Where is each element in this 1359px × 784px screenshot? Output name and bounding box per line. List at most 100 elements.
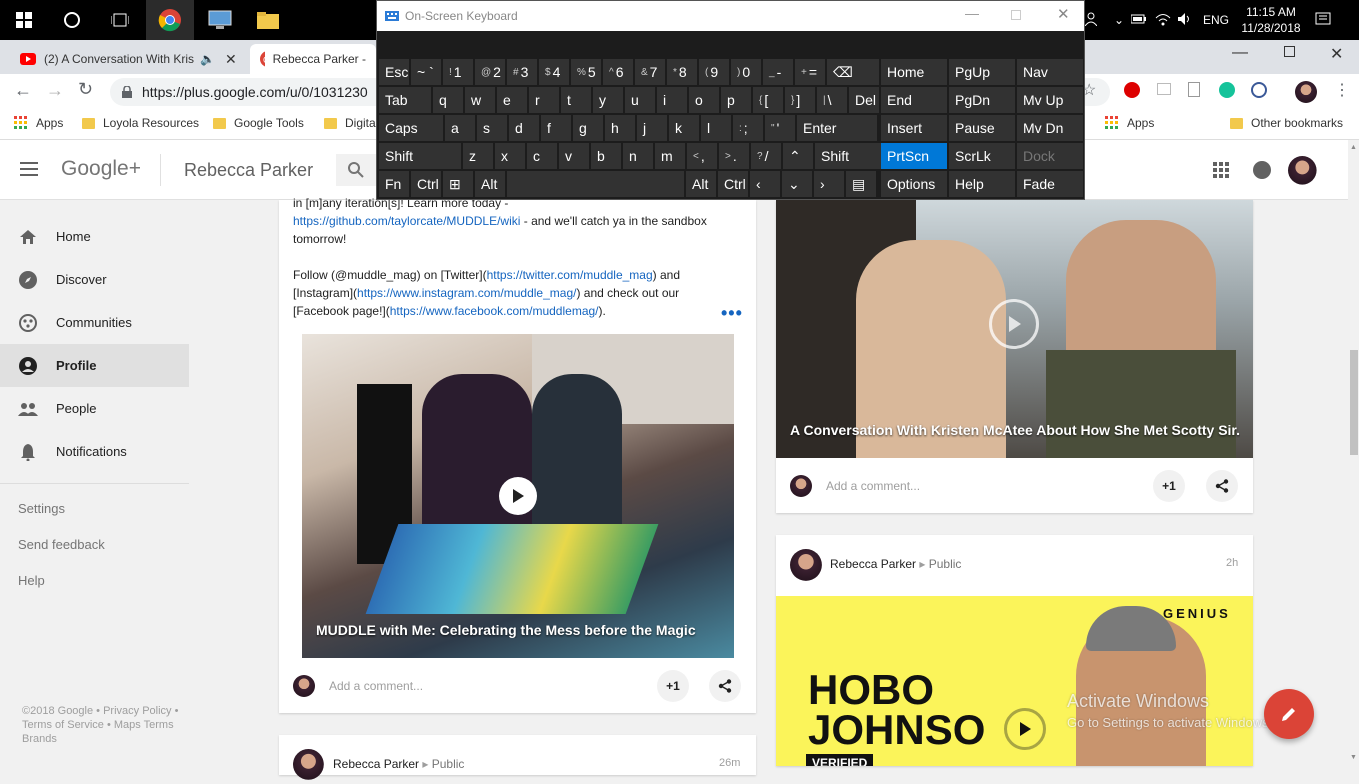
osk-nav-key[interactable]: Insert	[881, 115, 947, 141]
minimize-button[interactable]: —	[1232, 44, 1248, 62]
bookmark-apps[interactable]: Apps	[14, 116, 63, 130]
osk-key[interactable]: Caps	[379, 115, 443, 141]
back-arrow-icon[interactable]: ←	[14, 80, 32, 101]
author-name[interactable]: Rebecca Parker	[830, 557, 916, 571]
video-thumbnail[interactable]: A Conversation With Kristen McAtee About…	[776, 200, 1253, 458]
osk-key[interactable]: % 5	[571, 59, 601, 85]
send-feedback-link[interactable]: Send feedback	[18, 537, 105, 552]
chrome-taskbar-button[interactable]	[146, 0, 194, 40]
osk-key[interactable]: " '	[765, 115, 795, 141]
gplus-logo[interactable]: Google+	[61, 157, 141, 181]
osk-nav-key[interactable]: Fade	[1017, 171, 1083, 197]
tab-youtube[interactable]: (2) A Conversation With Krist 🔈 ✕	[10, 44, 248, 74]
close-window-button[interactable]: ✕	[1330, 44, 1343, 64]
osk-key[interactable]: @2	[475, 59, 505, 85]
osk-nav-key[interactable]: Mv Up	[1017, 87, 1083, 113]
osk-key[interactable]: ! 1	[443, 59, 473, 85]
osk-key[interactable]: z	[463, 143, 493, 169]
osk-key[interactable]: Enter	[797, 115, 877, 141]
osk-key[interactable]: j	[637, 115, 667, 141]
sidebar-item-people[interactable]: People	[0, 387, 189, 430]
author-avatar[interactable]	[790, 549, 822, 585]
privacy-policy-link[interactable]: Privacy Policy	[103, 705, 171, 717]
post-age[interactable]: 26m	[719, 757, 740, 769]
osk-key[interactable]: Tab	[379, 87, 431, 113]
osk-key[interactable]: p	[721, 87, 751, 113]
comment-input[interactable]: Add a comment...	[329, 679, 423, 693]
share-button[interactable]	[1206, 470, 1238, 502]
osk-key[interactable]: Shift	[379, 143, 461, 169]
osk-key[interactable]: ? /	[751, 143, 781, 169]
osk-key[interactable]: ⊞	[443, 171, 473, 197]
osk-nav-key[interactable]: PgDn	[949, 87, 1015, 113]
osk-key[interactable]: b	[591, 143, 621, 169]
video-thumbnail[interactable]: MUDDLE with Me: Celebrating the Mess bef…	[302, 334, 734, 658]
cortana-button[interactable]	[48, 0, 96, 40]
osk-nav-key[interactable]: PrtScn	[881, 143, 947, 169]
bookmark-folder[interactable]: Digita	[324, 116, 376, 130]
more-options-icon[interactable]: •••	[721, 303, 743, 324]
osk-key[interactable]: n	[623, 143, 653, 169]
compose-button[interactable]	[1264, 689, 1314, 739]
bookmark-folder[interactable]: Google Tools	[213, 116, 304, 130]
play-button-icon[interactable]	[499, 477, 537, 515]
osk-key[interactable]: Shift	[815, 143, 889, 169]
osk-key[interactable]: s	[477, 115, 507, 141]
hamburger-menu-icon[interactable]	[20, 162, 38, 179]
page-scrollbar[interactable]: ▲ ▼	[1348, 140, 1359, 766]
osk-key[interactable]: ‹	[750, 171, 780, 197]
grammarly-icon[interactable]	[1219, 82, 1235, 98]
osk-key[interactable]: d	[509, 115, 539, 141]
osk-key[interactable]: * 8	[667, 59, 697, 85]
video-thumbnail[interactable]: GENIUS HOBO JOHNSO VERIFIED	[776, 596, 1253, 766]
osk-key[interactable]: y	[593, 87, 623, 113]
osk-key[interactable]: ^ 6	[603, 59, 633, 85]
osk-key[interactable]: ⌃	[783, 143, 813, 169]
osk-key[interactable]: Esc	[379, 59, 409, 85]
osk-key[interactable]: (9	[699, 59, 729, 85]
plus-one-button[interactable]: +1	[657, 670, 689, 702]
osk-key[interactable]: Ctrl	[718, 171, 748, 197]
osk-key[interactable]: k	[669, 115, 699, 141]
bookmark-apps-right[interactable]: Apps	[1105, 116, 1154, 130]
osk-key[interactable]: w	[465, 87, 495, 113]
settings-link[interactable]: Settings	[18, 501, 65, 516]
file-explorer-button[interactable]	[244, 0, 292, 40]
person-icon[interactable]	[1084, 12, 1107, 29]
osk-nav-key[interactable]: Help	[949, 171, 1015, 197]
reload-icon[interactable]: ↻	[78, 79, 93, 100]
language-indicator[interactable]: ENG	[1203, 13, 1239, 27]
osk-key[interactable]: Del	[849, 87, 879, 113]
osk-key[interactable]: {[	[753, 87, 783, 113]
maps-terms-link[interactable]: Maps Terms	[114, 719, 174, 731]
clock[interactable]: 11:15 AM 11/28/2018	[1239, 4, 1303, 36]
search-button[interactable]	[336, 154, 376, 186]
osk-key[interactable]: t	[561, 87, 591, 113]
sidebar-item-profile[interactable]: Profile	[0, 344, 189, 387]
osk-key[interactable]: + =	[795, 59, 825, 85]
osk-key[interactable]: Fn	[379, 171, 409, 197]
osk-key[interactable]: ⌄	[782, 171, 812, 197]
osk-key[interactable]: e	[497, 87, 527, 113]
notifications-bell-icon[interactable]	[1253, 161, 1271, 179]
osk-key[interactable]: | \	[817, 87, 847, 113]
scroll-down-arrow-icon[interactable]: ▼	[1350, 754, 1357, 761]
osk-nav-key[interactable]: Pause	[949, 115, 1015, 141]
osk-nav-key[interactable]: Options	[881, 171, 947, 197]
bookmark-folder[interactable]: Loyola Resources	[82, 116, 199, 130]
profile-avatar[interactable]	[1295, 81, 1317, 106]
wiki-link[interactable]: https://github.com/taylorcate/MUDDLE/wik…	[293, 214, 520, 228]
osk-nav-key[interactable]: Nav	[1017, 59, 1083, 85]
comment-input[interactable]: Add a comment...	[826, 479, 920, 493]
osk-key[interactable]: i	[657, 87, 687, 113]
chrome-menu-icon[interactable]: ⋮	[1334, 80, 1350, 100]
plus-one-button[interactable]: +1	[1153, 470, 1185, 502]
tab-google-plus[interactable]: G+ Rebecca Parker -	[250, 44, 376, 74]
action-center-icon[interactable]	[1315, 12, 1331, 29]
extension-block-icon[interactable]	[1251, 82, 1267, 98]
osk-nav-key[interactable]: End	[881, 87, 947, 113]
visibility-label[interactable]: Public	[432, 757, 465, 771]
osk-key[interactable]: g	[573, 115, 603, 141]
osk-key[interactable]: & 7	[635, 59, 665, 85]
extension-chat-icon[interactable]	[1157, 83, 1171, 95]
